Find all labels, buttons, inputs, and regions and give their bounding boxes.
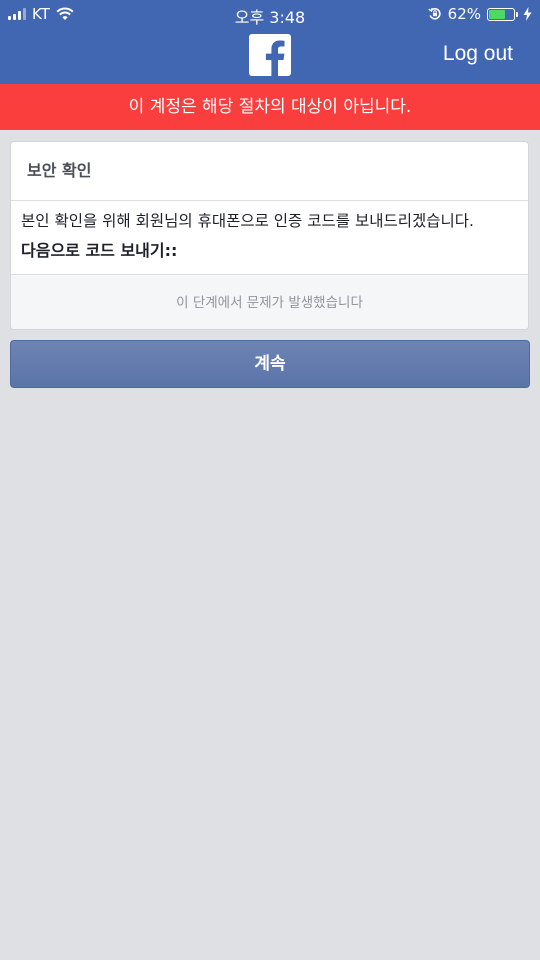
orientation-lock-icon bbox=[428, 8, 441, 20]
error-banner: 이 계정은 해당 절차의 대상이 아닙니다. bbox=[0, 84, 540, 130]
battery-icon bbox=[487, 7, 518, 21]
logout-button[interactable]: Log out bbox=[443, 42, 513, 66]
status-bar-right: 62% bbox=[428, 5, 532, 23]
battery-fill bbox=[489, 9, 506, 19]
battery-percent: 62% bbox=[447, 5, 481, 23]
card-title: 보안 확인 bbox=[11, 142, 528, 201]
security-check-card: 보안 확인 본인 확인을 위해 회원님의 휴대폰으로 인증 코드를 보내드리겠습… bbox=[10, 141, 529, 330]
continue-button[interactable]: 계속 bbox=[10, 340, 530, 388]
problem-link[interactable]: 이 단계에서 문제가 발생했습니다 bbox=[11, 275, 528, 329]
top-navbar: Log out bbox=[0, 28, 540, 84]
charging-bolt-icon bbox=[523, 7, 532, 21]
card-body: 본인 확인을 위해 회원님의 휴대폰으로 인증 코드를 보내드리겠습니다. 다음… bbox=[11, 201, 528, 275]
facebook-logo-icon[interactable] bbox=[249, 34, 291, 76]
status-bar: KT 오후 3:48 62% bbox=[0, 0, 540, 28]
send-code-label: 다음으로 코드 보내기:: bbox=[21, 241, 178, 260]
card-description: 본인 확인을 위해 회원님의 휴대폰으로 인증 코드를 보내드리겠습니다. bbox=[21, 212, 474, 230]
